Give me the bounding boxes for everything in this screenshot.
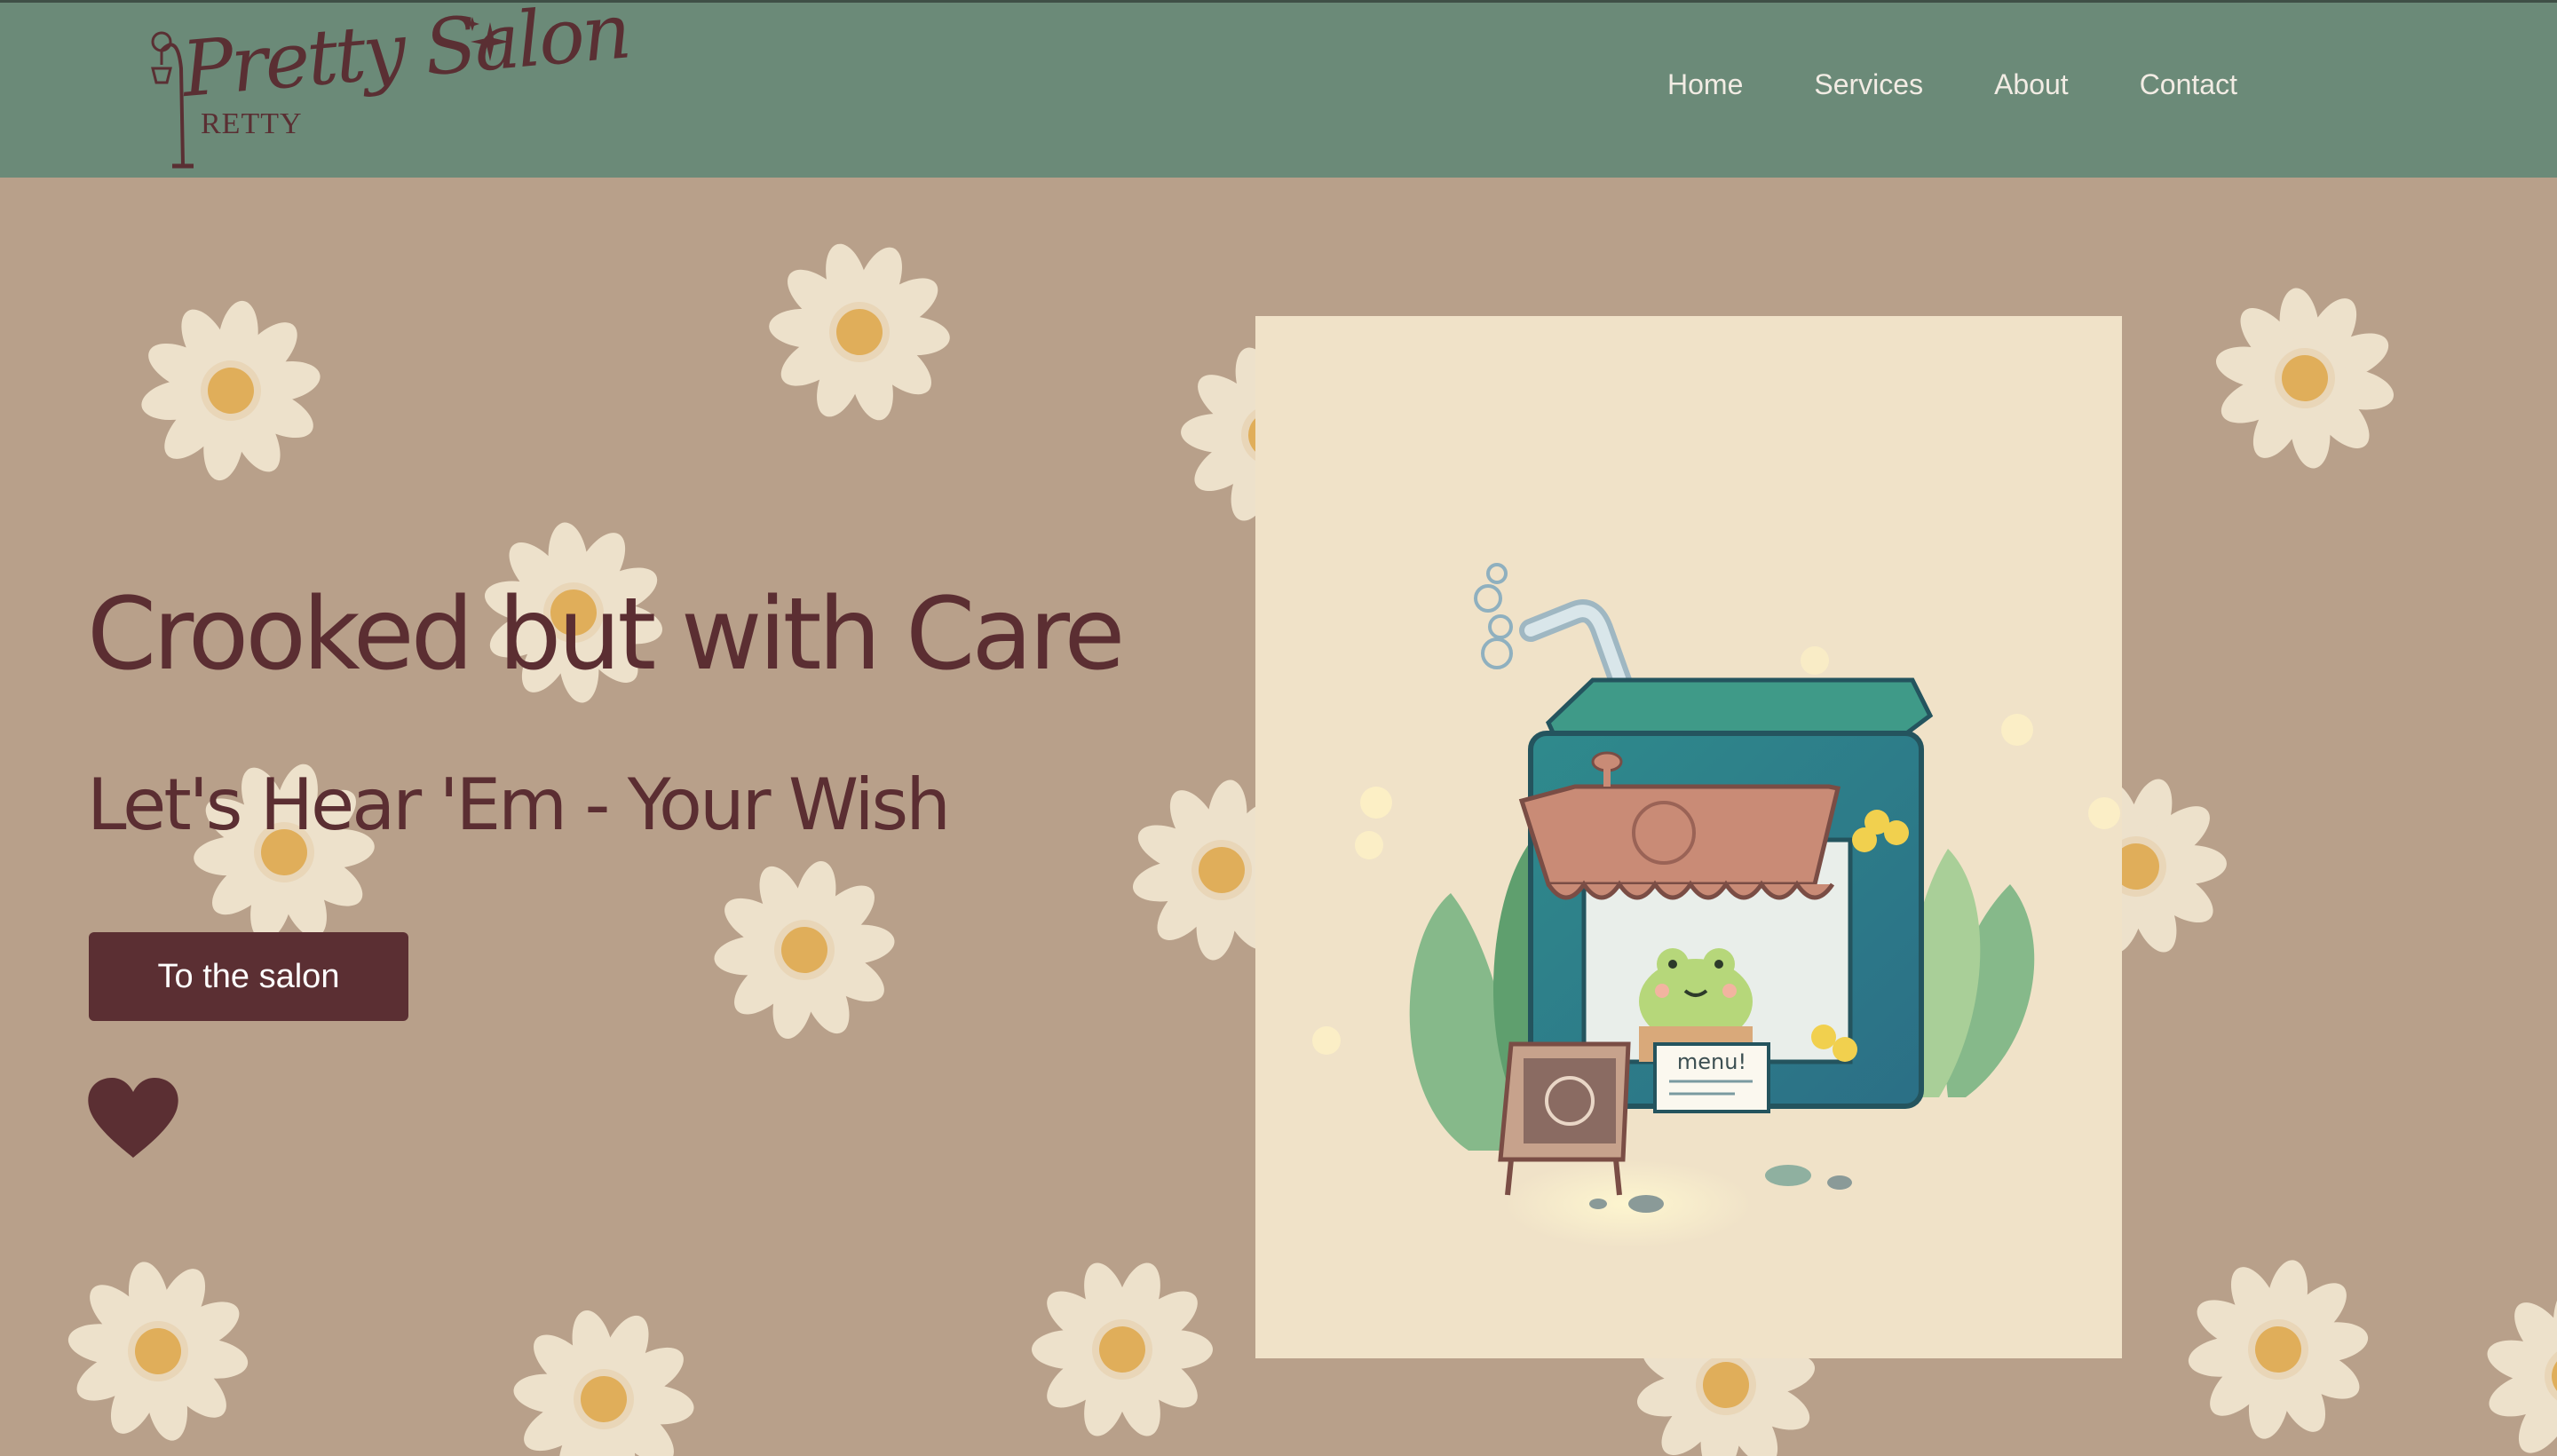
- main-nav: Home Services About Contact: [1667, 68, 2237, 101]
- sparkle-icon: [465, 17, 510, 61]
- logo-wordmark: Pretty Salon: [178, 0, 632, 115]
- hero-section: Crooked but with Care Let's Hear 'Em - Y…: [0, 178, 2557, 1456]
- favorite-button[interactable]: [87, 1078, 179, 1159]
- daisy-decoration: [2207, 281, 2403, 476]
- to-the-salon-button[interactable]: To the salon: [89, 932, 408, 1021]
- menu-sign-label: menu!: [1677, 1049, 1746, 1074]
- daisy-decoration: [2477, 1278, 2557, 1456]
- heart-icon: [88, 1078, 178, 1158]
- daisy-decoration: [707, 852, 902, 1048]
- brand-logo[interactable]: Pretty Salon RETTY: [142, 0, 632, 171]
- site-header: Pretty Salon RETTY Home Services About C…: [0, 0, 2557, 178]
- daisy-decoration: [2181, 1252, 2376, 1447]
- nav-services-link[interactable]: Services: [1814, 68, 1923, 101]
- hero-headline: Crooked but with Care: [87, 577, 1125, 692]
- nav-contact-link[interactable]: Contact: [2140, 68, 2237, 101]
- logo-small-caps: RETTY: [201, 107, 303, 140]
- daisy-decoration: [60, 1254, 256, 1449]
- nav-about-link[interactable]: About: [1994, 68, 2069, 101]
- daisy-decoration: [133, 293, 329, 488]
- daisy-decoration: [506, 1302, 701, 1456]
- frog-kiosk-illustration: menu!: [1255, 316, 2122, 1358]
- nav-home-link[interactable]: Home: [1667, 68, 1743, 101]
- daisy-decoration: [762, 234, 957, 430]
- daisy-decoration: [1025, 1252, 1220, 1447]
- hero-subheadline: Let's Hear 'Em - Your Wish: [87, 764, 951, 846]
